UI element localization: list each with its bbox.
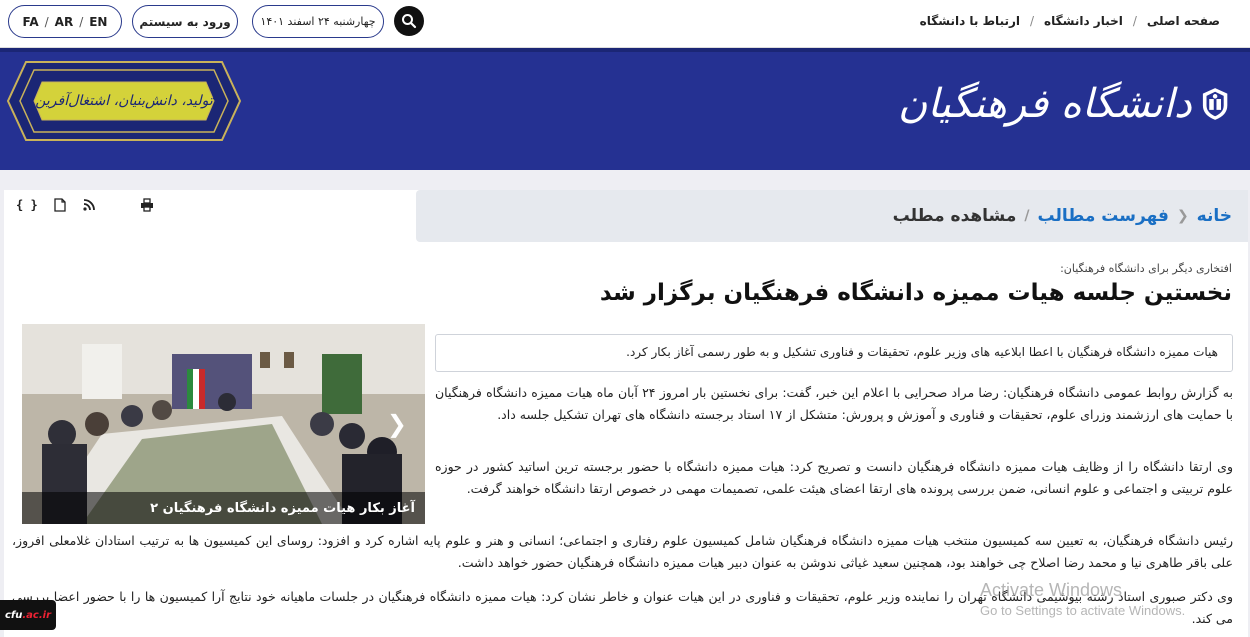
search-icon — [402, 14, 417, 29]
search-button[interactable] — [394, 6, 424, 36]
nav-separator: / — [1030, 14, 1035, 28]
header-banner: دانشگاه فرهنگیان تولید، دانش‌بنیان، اشتغ… — [0, 48, 1250, 170]
article-pretitle: افتخاری دیگر برای دانشگاه فرهنگیان: — [1060, 262, 1232, 275]
nav-news-link[interactable]: اخبار دانشگاه — [1044, 14, 1123, 28]
slogan-emblem: تولید، دانش‌بنیان، اشتغال‌آفرین — [6, 54, 242, 148]
lang-ar-link[interactable]: AR — [55, 15, 74, 29]
lang-en-link[interactable]: EN — [89, 15, 107, 29]
date-display: چهارشنبه ۲۴ اسفند ۱۴۰۱ — [252, 5, 384, 38]
top-navigation: صفحه اصلی / اخبار دانشگاه / ارتباط با دا… — [920, 14, 1220, 28]
login-button[interactable]: ورود به سیستم — [132, 5, 238, 38]
article-title: نخستین جلسه هیات ممیزه دانشگاه فرهنگیان … — [599, 280, 1232, 306]
breadcrumb: خانه ❮ فهرست مطالب / مشاهده مطلب — [416, 190, 1248, 242]
breadcrumb-current: مشاهده مطلب — [892, 206, 1017, 226]
slider-next-arrow[interactable]: ❯ — [387, 410, 407, 438]
logo-text: دانشگاه فرهنگیان — [898, 81, 1192, 127]
site-badge-prefix: cfu — [4, 609, 23, 621]
watermark-line-1: Activate Windows — [980, 580, 1123, 600]
windows-activation-watermark: Activate Windows Go to Settings to activ… — [980, 580, 1185, 618]
watermark-line-2: Go to Settings to activate Windows. — [980, 603, 1186, 618]
lang-fa-link[interactable]: FA — [23, 15, 39, 29]
chevron-left-icon: ❮ — [1176, 208, 1189, 224]
breadcrumb-home-link[interactable]: خانه — [1197, 206, 1232, 226]
article-paragraph: وی ارتقا دانشگاه را از وظایف هیات ممیزه … — [435, 459, 1233, 496]
site-badge-suffix: .ac.ir — [22, 609, 52, 621]
university-emblem-icon — [1202, 88, 1228, 120]
article-paragraph: به گزارش روابط عمومی دانشگاه فرهنگیان: ر… — [435, 385, 1233, 422]
top-bar: صفحه اصلی / اخبار دانشگاه / ارتباط با دا… — [0, 0, 1250, 48]
site-badge[interactable]: cfu .ac.ir — [0, 600, 56, 630]
image-slider[interactable]: ❯ آغاز بکار هیات ممیزه دانشگاه فرهنگیان … — [22, 324, 425, 524]
article-toolbar: { } — [16, 198, 154, 212]
nav-separator: / — [1132, 14, 1137, 28]
language-switcher: FA / AR / EN — [8, 5, 122, 38]
article-paragraph: رئیس دانشگاه فرهنگیان، به تعیین سه کمیسی… — [12, 533, 1233, 570]
json-icon[interactable]: { } — [16, 198, 38, 212]
nav-home-link[interactable]: صفحه اصلی — [1147, 14, 1220, 28]
rss-icon[interactable] — [82, 198, 96, 212]
nav-contact-link[interactable]: ارتباط با دانشگاه — [920, 14, 1020, 28]
university-logo[interactable]: دانشگاه فرهنگیان — [898, 60, 1228, 148]
article-lead: هیات ممیزه دانشگاه فرهنگیان با اعطا ابلا… — [435, 334, 1233, 372]
document-icon[interactable] — [54, 198, 66, 212]
breadcrumb-separator: / — [1024, 208, 1030, 224]
slogan-text: تولید، دانش‌بنیان، اشتغال‌آفرین — [35, 93, 213, 109]
slider-caption: آغاز بکار هیات ممیزه دانشگاه فرهنگیان ۲ — [22, 492, 425, 524]
breadcrumb-list-link[interactable]: فهرست مطالب — [1038, 206, 1169, 226]
print-icon[interactable] — [140, 198, 154, 212]
content-panel: { } خانه ❮ فهرست مطالب / مشاهده مطلب افت… — [4, 190, 1248, 637]
